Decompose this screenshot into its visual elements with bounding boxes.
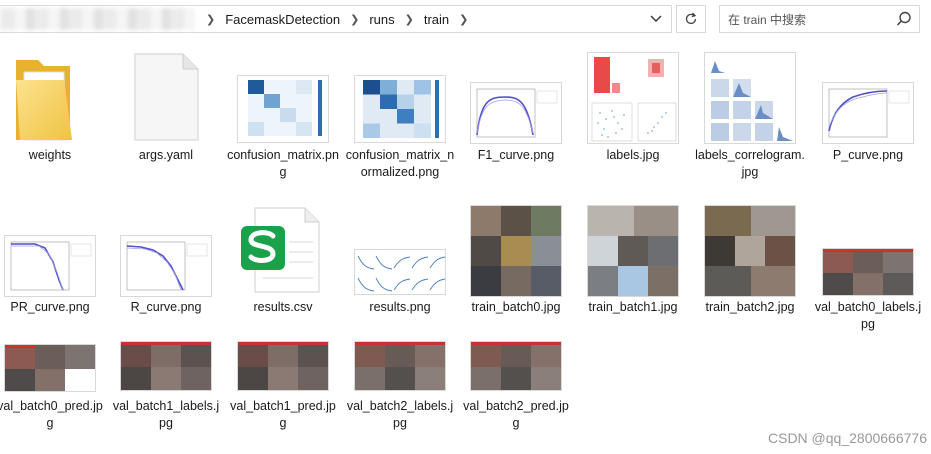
file-name: labels_correlogram.jpg	[695, 148, 805, 179]
val-batch2-pred-thumbnail	[470, 341, 562, 391]
chevron-right-icon[interactable]: ❯	[344, 13, 365, 26]
file-name: train_batch2.jpg	[705, 300, 795, 314]
refresh-icon	[685, 12, 697, 25]
pr-curve-thumbnail	[4, 235, 96, 297]
chevron-right-icon[interactable]: ❯	[399, 13, 420, 26]
file-name: labels.jpg	[606, 148, 660, 162]
breadcrumb-item-facemaskdetection[interactable]: FacemaskDetection	[221, 12, 344, 27]
document-icon	[134, 53, 199, 141]
labels-thumbnail	[587, 52, 679, 144]
file-name: confusion_matrix.png	[227, 148, 339, 179]
file-name: weights	[28, 148, 72, 162]
watermark: CSDN @qq_2800666776	[768, 430, 927, 446]
refresh-button[interactable]	[676, 5, 706, 33]
search-box[interactable]	[719, 5, 920, 33]
file-name: results.csv	[253, 300, 313, 314]
search-icon[interactable]	[895, 10, 913, 28]
breadcrumb: ❯ FacemaskDetection ❯ runs ❯ train ❯	[200, 6, 474, 32]
chevron-down-icon[interactable]	[647, 6, 665, 32]
chevron-right-icon[interactable]: ❯	[200, 13, 221, 26]
file-name: R_curve.png	[130, 300, 202, 314]
train-batch2-thumbnail	[704, 205, 796, 297]
address-toolbar: ❯ FacemaskDetection ❯ runs ❯ train ❯	[0, 0, 931, 40]
breadcrumb-item-runs[interactable]: runs	[365, 12, 398, 27]
train-batch1-thumbnail	[587, 205, 679, 297]
train-batch0-thumbnail	[470, 205, 562, 297]
val-batch0-pred-thumbnail	[4, 344, 96, 392]
labels-correlogram-thumbnail	[704, 52, 796, 144]
file-name: val_batch2_pred.jpg	[463, 399, 569, 430]
file-name: confusion_matrix_normalized.png	[345, 148, 455, 179]
f1-curve-thumbnail	[470, 82, 562, 144]
r-curve-thumbnail	[120, 235, 212, 297]
val-batch0-labels-thumbnail	[822, 248, 914, 296]
redacted-path	[0, 8, 195, 30]
file-name: train_batch1.jpg	[588, 300, 678, 314]
file-name: args.yaml	[138, 148, 194, 162]
file-name: P_curve.png	[832, 148, 904, 162]
file-name: val_batch0_pred.jpg	[0, 399, 103, 430]
results-thumbnail	[354, 249, 446, 295]
spreadsheet-icon	[241, 207, 320, 293]
folder-icon	[16, 60, 72, 141]
val-batch1-pred-thumbnail	[237, 341, 329, 391]
file-name: val_batch1_labels.jpg	[112, 399, 220, 430]
file-name: val_batch1_pred.jpg	[230, 399, 336, 430]
file-name: F1_curve.png	[477, 148, 555, 162]
file-name: results.png	[369, 300, 431, 314]
p-curve-thumbnail	[822, 82, 914, 144]
breadcrumb-item-train[interactable]: train	[420, 12, 453, 27]
val-batch2-labels-thumbnail	[354, 341, 446, 391]
val-batch1-labels-thumbnail	[120, 341, 212, 391]
confusion-matrix-normalized-thumbnail	[354, 75, 446, 143]
file-name: val_batch0_labels.jpg	[814, 300, 922, 331]
file-name: PR_curve.png	[10, 300, 90, 314]
file-name: val_batch2_labels.jpg	[346, 399, 454, 430]
chevron-right-icon[interactable]: ❯	[453, 13, 474, 26]
file-name: train_batch0.jpg	[471, 300, 561, 314]
confusion-matrix-thumbnail	[237, 75, 329, 143]
address-bar[interactable]: ❯ FacemaskDetection ❯ runs ❯ train ❯	[0, 5, 672, 33]
search-input[interactable]	[726, 9, 900, 31]
